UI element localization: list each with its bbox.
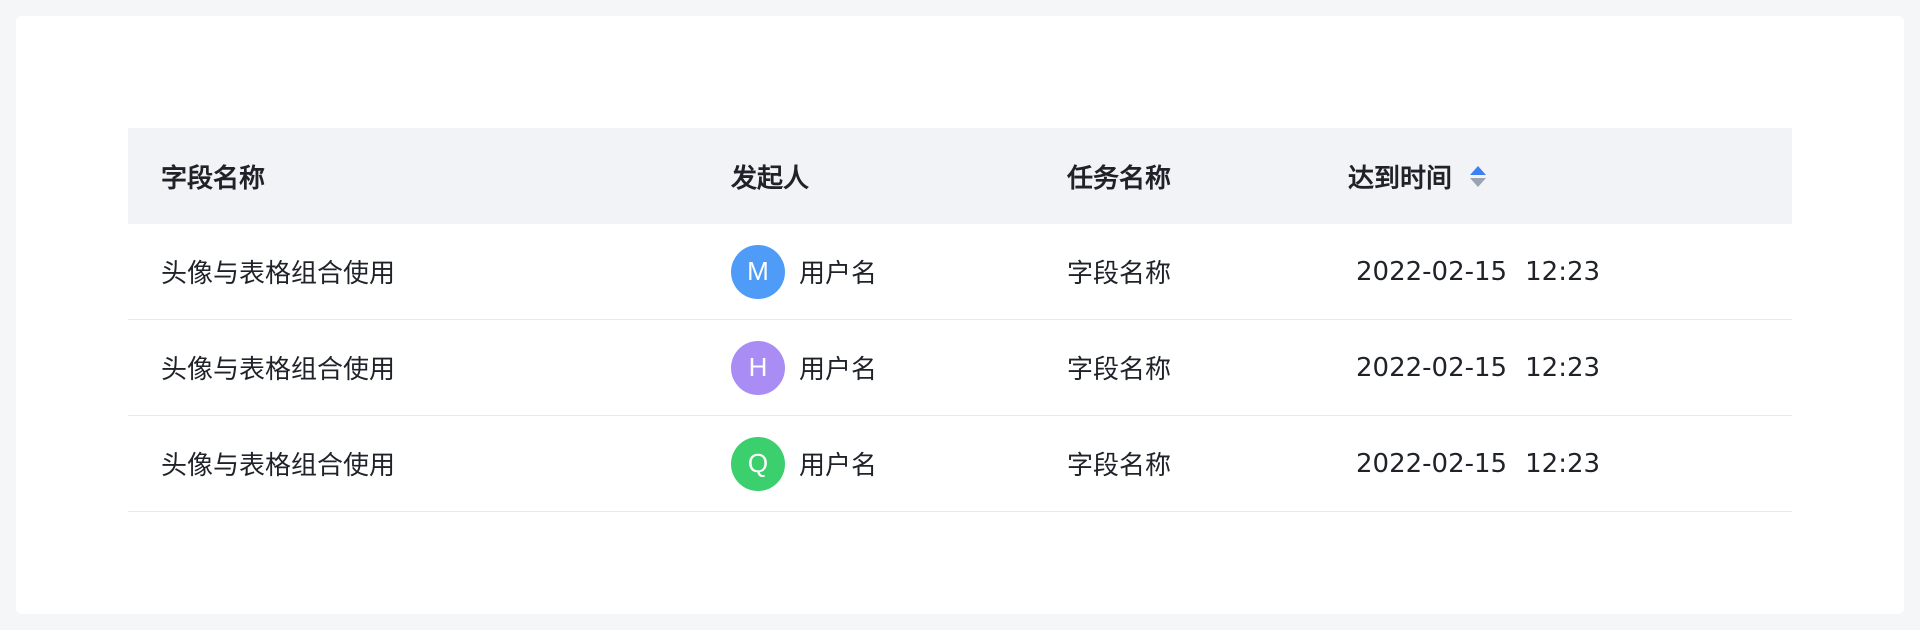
initiator-name: 用户名 [799,355,878,385]
table-header-row: 字段名称 发起人 任务名称 达到时间 [128,128,1792,224]
arrival-clock: 12:23 [1525,448,1601,479]
table-row[interactable]: 头像与表格组合使用 H 用户名 字段名称 2022-02-15 12:23 [128,320,1792,416]
header-arrival-time-label: 达到时间 [1348,163,1453,194]
sort-caret-icon[interactable] [1470,165,1487,187]
data-table: 字段名称 发起人 任务名称 达到时间 头像与表格组合使用 M 用户名 字段名称 … [128,128,1792,512]
header-arrival-time[interactable]: 达到时间 [1348,128,1792,224]
avatar[interactable]: H [731,340,785,395]
field-name-cell: 头像与表格组合使用 [161,355,396,385]
header-initiator: 发起人 [731,163,810,194]
avatar[interactable]: Q [731,436,785,491]
arrival-date: 2022-02-15 [1356,352,1508,383]
sort-ascending-icon[interactable] [1470,165,1487,175]
task-name-cell: 字段名称 [1067,451,1172,481]
arrival-date: 2022-02-15 [1356,256,1508,287]
initiator-cell: Q 用户名 [731,416,1067,511]
arrival-clock: 12:23 [1525,256,1601,287]
header-task-name: 任务名称 [1067,163,1172,194]
field-name-cell: 头像与表格组合使用 [161,259,396,289]
table-row[interactable]: 头像与表格组合使用 Q 用户名 字段名称 2022-02-15 12:23 [128,416,1792,512]
field-name-cell: 头像与表格组合使用 [161,451,396,481]
task-name-cell: 字段名称 [1067,355,1172,385]
arrival-clock: 12:23 [1525,352,1601,383]
initiator-name: 用户名 [799,259,878,289]
initiator-cell: H 用户名 [731,320,1067,415]
task-name-cell: 字段名称 [1067,259,1172,289]
content-panel: 字段名称 发起人 任务名称 达到时间 头像与表格组合使用 M 用户名 字段名称 … [16,16,1904,614]
arrival-time-cell: 2022-02-15 12:23 [1348,416,1792,511]
table-row[interactable]: 头像与表格组合使用 M 用户名 字段名称 2022-02-15 12:23 [128,224,1792,320]
arrival-date: 2022-02-15 [1356,448,1508,479]
sort-descending-icon[interactable] [1470,177,1487,187]
avatar[interactable]: M [731,244,785,299]
header-field-name: 字段名称 [161,163,266,194]
arrival-time-cell: 2022-02-15 12:23 [1348,320,1792,415]
initiator-name: 用户名 [799,451,878,481]
arrival-time-cell: 2022-02-15 12:23 [1348,224,1792,319]
initiator-cell: M 用户名 [731,224,1067,319]
